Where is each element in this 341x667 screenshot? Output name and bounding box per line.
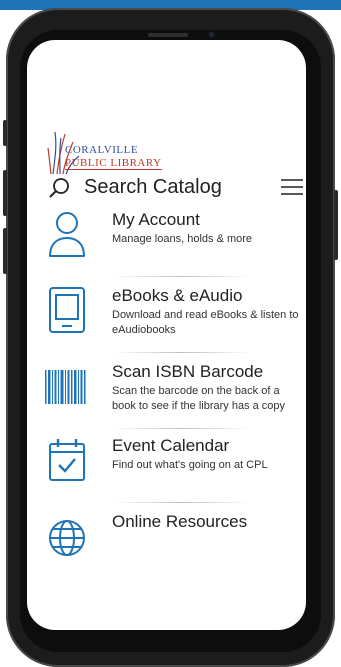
menu-item-my-account[interactable]: My Account Manage loans, holds & more	[27, 210, 306, 270]
menu-item-description: Download and read eBooks & listen to eAu…	[112, 309, 299, 336]
logo-line-1: CORALVILLE	[65, 144, 139, 156]
volume-down-button	[3, 228, 7, 274]
speaker-grille	[148, 33, 188, 37]
mute-switch	[3, 120, 7, 146]
menu-item-description: Scan the barcode on the back of a book t…	[112, 385, 286, 412]
calendar-icon	[49, 439, 85, 481]
menu-item-title: My Account	[112, 210, 200, 229]
divider	[112, 502, 252, 503]
search-bar[interactable]: Search Catalog	[27, 172, 306, 202]
menu-item-event-calendar[interactable]: Event Calendar Find out what's going on …	[27, 436, 306, 498]
menu-item-title: Online Resources	[112, 512, 248, 531]
menu-item-ebooks[interactable]: eBooks & eAudio Download and read eBooks…	[27, 286, 306, 348]
menu-item-title: Event Calendar	[112, 436, 230, 455]
tablet-icon	[49, 287, 85, 333]
logo-line-2: PUBLIC LIBRARY	[65, 157, 162, 170]
menu-item-description: Find out what's going on at CPL	[112, 459, 268, 471]
search-catalog-label[interactable]: Search Catalog	[84, 176, 222, 199]
hamburger-menu-icon[interactable]	[281, 178, 303, 196]
library-logo[interactable]: CORALVILLE PUBLIC LIBRARY	[47, 128, 167, 176]
divider	[112, 352, 252, 353]
menu-item-online-resources[interactable]: Online Resources	[27, 512, 306, 562]
app-screen: CORALVILLE PUBLIC LIBRARY Search Catalog…	[27, 40, 306, 630]
menu-item-description: Manage loans, holds & more	[112, 233, 253, 245]
power-button	[334, 190, 338, 260]
barcode-icon	[45, 370, 86, 404]
front-camera	[207, 30, 216, 39]
divider	[112, 276, 252, 277]
globe-icon	[49, 520, 85, 556]
volume-up-button	[3, 170, 7, 216]
menu-item-title: eBooks & eAudio	[112, 286, 243, 305]
menu-item-title: Scan ISBN Barcode	[112, 362, 264, 381]
person-icon	[49, 212, 85, 257]
divider	[112, 428, 252, 429]
search-icon[interactable]	[49, 177, 71, 199]
menu-item-scan-isbn[interactable]: Scan ISBN Barcode Scan the barcode on th…	[27, 362, 306, 424]
